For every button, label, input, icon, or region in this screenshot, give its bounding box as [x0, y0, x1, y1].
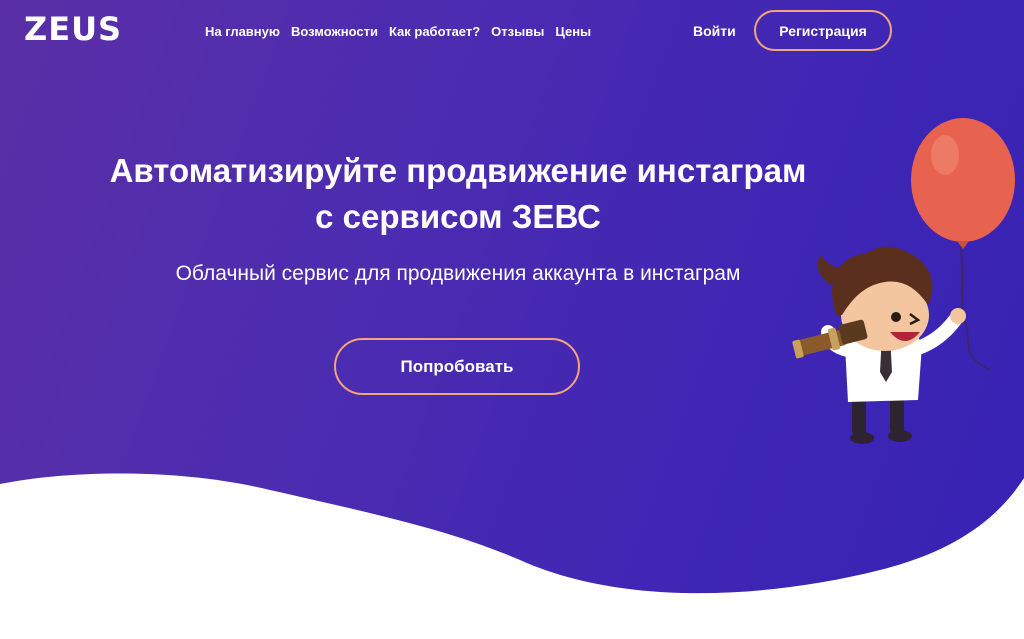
try-button[interactable]: Попробовать: [334, 338, 580, 395]
balloon-string: [959, 244, 991, 371]
hero-subtitle: Облачный сервис для продвижения аккаунта…: [175, 262, 741, 285]
hero-title-line-2: с сервисом ЗЕВС: [315, 198, 601, 235]
balloon-icon: [911, 118, 1015, 249]
hero-title: Автоматизируйте продвижение инстаграм с …: [0, 148, 916, 240]
nav-item-home[interactable]: На главную: [205, 24, 280, 39]
hero-section: ZEUS На главную Возможности Как работает…: [0, 0, 1024, 639]
nav-item-reviews[interactable]: Отзывы: [491, 24, 544, 39]
nav-item-how-it-works[interactable]: Как работает?: [389, 24, 480, 39]
nav-item-prices[interactable]: Цены: [555, 24, 591, 39]
mascot-illustration: [792, 118, 1015, 444]
main-nav: На главную Возможности Как работает? Отз…: [205, 24, 591, 39]
login-link[interactable]: Войти: [693, 23, 736, 39]
nav-item-features[interactable]: Возможности: [291, 24, 378, 39]
try-button-label: Попробовать: [400, 356, 514, 376]
logo[interactable]: ZEUS: [24, 10, 122, 48]
hero-title-line-1: Автоматизируйте продвижение инстаграм: [109, 152, 807, 189]
register-button[interactable]: Регистрация: [754, 10, 892, 51]
register-button-label: Регистрация: [779, 22, 867, 39]
